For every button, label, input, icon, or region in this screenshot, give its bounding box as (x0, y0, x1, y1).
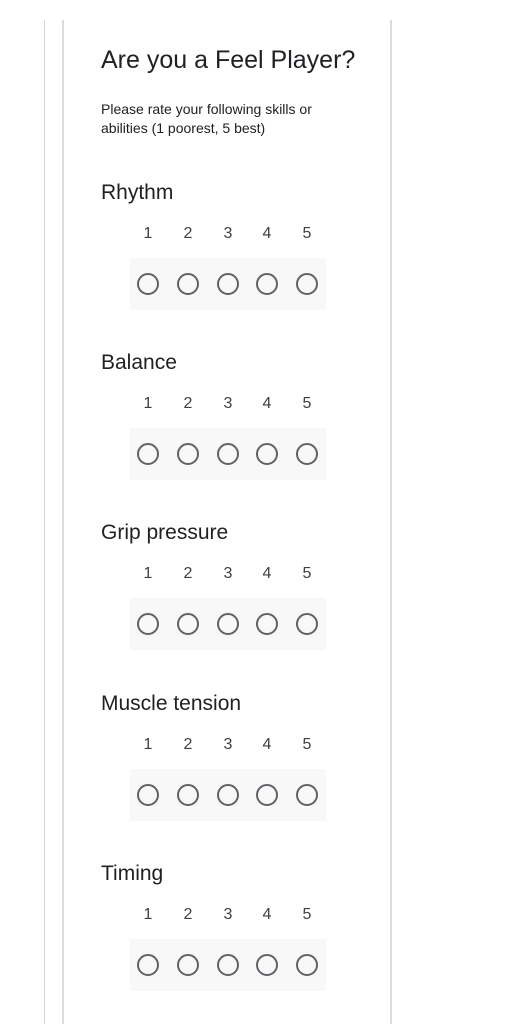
scale-label-2: 2 (183, 906, 193, 923)
radio-3[interactable] (217, 954, 239, 976)
scale-label-5: 5 (302, 225, 312, 242)
question-label: Rhythm (101, 181, 174, 204)
form-description: Please rate your following skills or abi… (101, 101, 312, 136)
scale-labels: 1 2 3 4 5 (130, 394, 326, 414)
scale-labels: 1 2 3 4 5 (130, 224, 326, 244)
radio-4[interactable] (256, 273, 278, 295)
radio-1[interactable] (137, 443, 159, 465)
question-balance: Balance 1 2 3 4 5 (0, 350, 532, 500)
form-page: Are you a Feel Player? Please rate your … (0, 0, 532, 1024)
radio-3[interactable] (217, 613, 239, 635)
question-label: Timing (101, 862, 164, 885)
radio-2[interactable] (177, 784, 199, 806)
radio-5[interactable] (296, 954, 318, 976)
scale-label-3: 3 (223, 395, 233, 412)
radio-1[interactable] (137, 784, 159, 806)
scale-label-5: 5 (302, 736, 312, 753)
rating-scale (130, 428, 326, 480)
rating-scale (130, 939, 326, 991)
scale-label-2: 2 (183, 225, 193, 242)
scale-label-5: 5 (302, 395, 312, 412)
question-label: Balance (101, 351, 177, 374)
scale-label-4: 4 (262, 565, 272, 582)
radio-2[interactable] (177, 954, 199, 976)
scale-labels: 1 2 3 4 5 (130, 905, 326, 925)
scale-labels: 1 2 3 4 5 (130, 564, 326, 584)
scale-label-5: 5 (302, 565, 312, 582)
scale-label-3: 3 (223, 736, 233, 753)
radio-4[interactable] (256, 954, 278, 976)
radio-5[interactable] (296, 784, 318, 806)
scale-label-2: 2 (183, 565, 193, 582)
radio-5[interactable] (296, 613, 318, 635)
scale-label-4: 4 (262, 225, 272, 242)
scale-label-2: 2 (183, 736, 193, 753)
radio-4[interactable] (256, 784, 278, 806)
question-label: Muscle tension (101, 692, 242, 715)
radio-3[interactable] (217, 443, 239, 465)
scale-label-1: 1 (143, 906, 153, 923)
radio-5[interactable] (296, 443, 318, 465)
rating-scale (130, 598, 326, 650)
scale-label-4: 4 (262, 736, 272, 753)
scale-label-3: 3 (223, 225, 233, 242)
scale-label-1: 1 (143, 565, 153, 582)
radio-1[interactable] (137, 613, 159, 635)
scale-label-1: 1 (143, 395, 153, 412)
scale-label-1: 1 (143, 736, 153, 753)
form-title: Are you a Feel Player? (101, 46, 356, 74)
scale-label-1: 1 (143, 225, 153, 242)
radio-2[interactable] (177, 273, 199, 295)
question-timing: Timing 1 2 3 4 5 (0, 861, 532, 1011)
scale-labels: 1 2 3 4 5 (130, 735, 326, 755)
radio-1[interactable] (137, 954, 159, 976)
radio-3[interactable] (217, 784, 239, 806)
rating-scale (130, 769, 326, 821)
radio-2[interactable] (177, 613, 199, 635)
scale-label-2: 2 (183, 395, 193, 412)
radio-4[interactable] (256, 443, 278, 465)
question-rhythm: Rhythm 1 2 3 4 5 (0, 180, 532, 330)
radio-4[interactable] (256, 613, 278, 635)
scale-label-5: 5 (302, 906, 312, 923)
scale-label-4: 4 (262, 906, 272, 923)
scale-label-3: 3 (223, 906, 233, 923)
radio-2[interactable] (177, 443, 199, 465)
rating-scale (130, 258, 326, 310)
radio-3[interactable] (217, 273, 239, 295)
radio-1[interactable] (137, 273, 159, 295)
scale-label-4: 4 (262, 395, 272, 412)
question-label: Grip pressure (101, 521, 229, 544)
scale-label-3: 3 (223, 565, 233, 582)
radio-5[interactable] (296, 273, 318, 295)
question-grip-pressure: Grip pressure 1 2 3 4 5 (0, 520, 532, 670)
question-muscle-tension: Muscle tension 1 2 3 4 5 (0, 691, 532, 841)
